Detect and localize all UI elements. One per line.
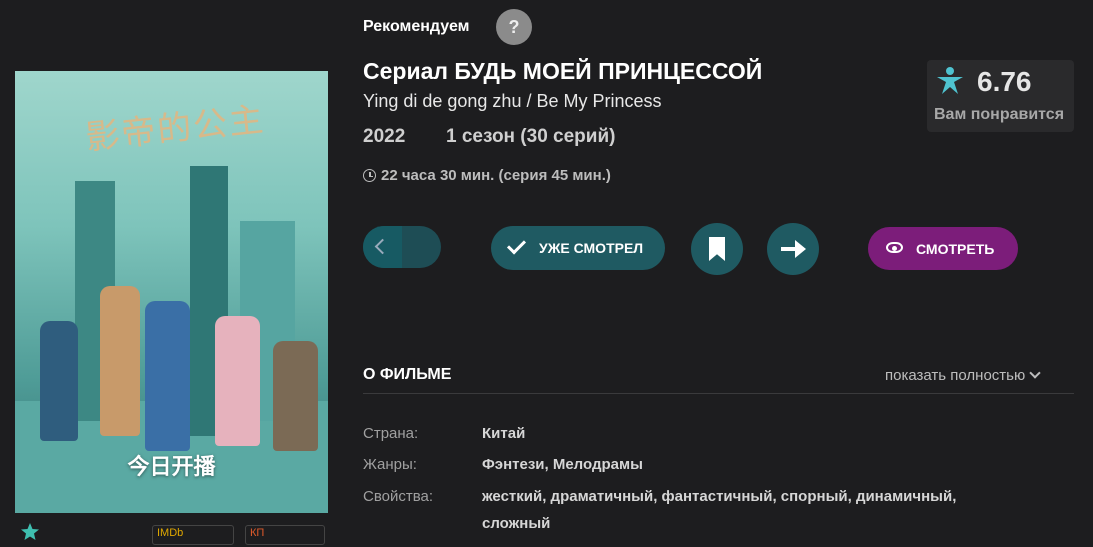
genres-value[interactable]: Фэнтези, Мелодрамы xyxy=(482,456,643,473)
about-heading: О ФИЛЬМЕ xyxy=(363,366,452,383)
person-star-icon xyxy=(935,66,965,96)
watch-label: СМОТРЕТЬ xyxy=(916,241,995,257)
season-info: 1 сезон (30 серий) xyxy=(446,126,616,147)
rating-value: 6.76 xyxy=(977,66,1032,97)
release-year[interactable]: 2022 xyxy=(363,126,405,148)
poster-figure xyxy=(100,286,140,436)
clock-icon xyxy=(363,169,376,182)
country-value[interactable]: Китай xyxy=(482,425,525,442)
imdb-chip: IMDb xyxy=(152,525,234,545)
eye-icon xyxy=(886,242,903,253)
chevron-down-icon xyxy=(1029,367,1041,379)
properties-label: Свойства: xyxy=(363,488,434,505)
poster-figure xyxy=(40,321,78,441)
poster-figure xyxy=(145,301,190,451)
genres-label: Жанры: xyxy=(363,456,417,473)
share-button[interactable] xyxy=(767,223,819,275)
bookmark-button[interactable] xyxy=(691,223,743,275)
arrow-right-icon-head xyxy=(795,240,806,258)
properties-value-cont[interactable]: сложный xyxy=(482,515,550,532)
small-rating-icon xyxy=(20,522,130,542)
duration-text: 22 часа 30 мин. (серия 45 мин.) xyxy=(381,167,611,184)
poster-figure xyxy=(215,316,260,446)
help-icon[interactable]: ? xyxy=(496,9,532,45)
chevron-left-icon xyxy=(374,238,391,255)
watched-button[interactable]: УЖЕ СМОТРЕЛ xyxy=(491,226,665,270)
bookmark-icon xyxy=(709,237,725,261)
show-full-label: показать полностью xyxy=(885,367,1026,384)
page-title: Сериал БУДЬ МОЕЙ ПРИНЦЕССОЙ xyxy=(363,58,763,84)
divider xyxy=(363,393,1074,394)
duration: 22 часа 30 мин. (серия 45 мин.) xyxy=(363,167,611,184)
poster-figure xyxy=(273,341,318,451)
show-full-link[interactable]: показать полностью xyxy=(885,367,1041,384)
original-title: Ying di de gong zhu / Be My Princess xyxy=(363,91,662,111)
prev-button[interactable] xyxy=(363,226,402,268)
recommend-label: Рекомендуем xyxy=(363,18,470,35)
properties-value[interactable]: жесткий, драматичный, фантастичный, спор… xyxy=(482,488,956,505)
poster-image[interactable]: 影帝的公主 今日开播 xyxy=(15,71,328,513)
watch-button[interactable]: СМОТРЕТЬ xyxy=(868,227,1018,270)
poster-caption: 今日开播 xyxy=(127,454,216,479)
rating-box[interactable]: 6.76 Вам понравится xyxy=(927,60,1074,132)
country-label: Страна: xyxy=(363,425,419,442)
check-icon xyxy=(506,235,527,255)
kp-chip: КП xyxy=(245,525,325,545)
prev-next-control[interactable] xyxy=(363,226,441,268)
rating-caption: Вам понравится xyxy=(934,106,1065,123)
watched-label: УЖЕ СМОТРЕЛ xyxy=(539,240,644,256)
poster-title-art: 影帝的公主 xyxy=(83,99,267,159)
